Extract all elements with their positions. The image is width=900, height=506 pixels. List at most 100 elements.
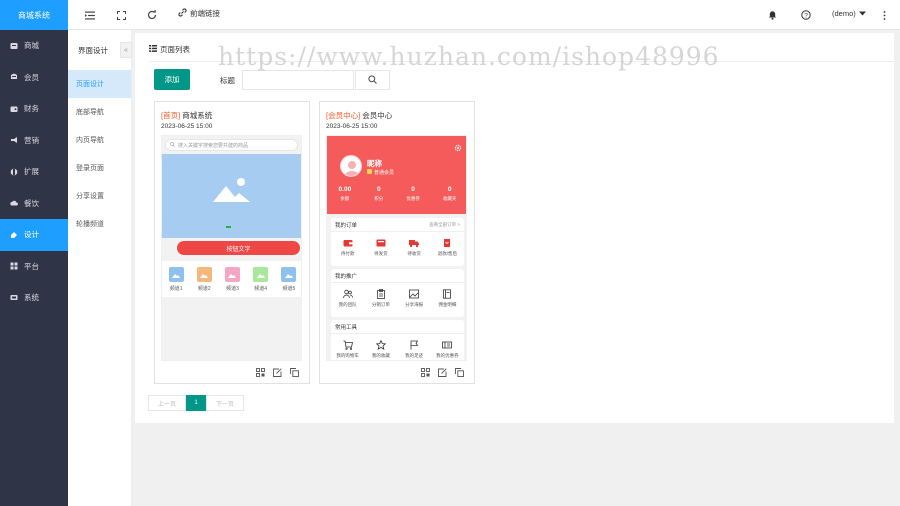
gear-icon <box>454 144 462 154</box>
preview-nav-grid: 频道1 频道2 频道3 频道4 频道5 <box>162 261 301 297</box>
pagination: 上一页 1 下一页 <box>148 395 244 411</box>
preview-action-button: 按钮文字 <box>177 241 300 255</box>
section-items: 我的购物车 我的收藏 我的足迹 我的优惠券 <box>331 334 464 359</box>
add-page-button[interactable]: 添加 <box>154 69 190 90</box>
preview-member-level: 普通会员 <box>367 169 394 176</box>
sidebar-item-label: 系统 <box>24 293 39 303</box>
help-icon[interactable]: ? <box>799 8 813 22</box>
card-name: 会员中心 <box>362 111 393 120</box>
cloud-icon <box>10 199 18 207</box>
promo-item-label: 分销订单 <box>371 302 390 307</box>
page-preview: 昵称 普通会员 0.00 余额 0 积分 0 优惠券 0 收藏夹 我的订单 查看… <box>326 135 467 361</box>
submenu-item-login-page[interactable]: 登录页面 <box>68 154 131 182</box>
section-header: 我的推广 <box>331 269 464 283</box>
stat-label: 余额 <box>340 196 350 201</box>
submenu-item-bottom-nav[interactable]: 底部导航 <box>68 98 131 126</box>
sidebar-item-design[interactable]: 设计 <box>0 219 68 251</box>
promo-item: 佣金明细 <box>431 289 463 308</box>
stat-value: 0.00 <box>338 186 352 193</box>
image-placeholder-icon <box>168 267 184 282</box>
tool-item: 我的收藏 <box>365 340 397 359</box>
stat-value: 0 <box>447 186 452 193</box>
image-placeholder-icon <box>196 267 212 282</box>
copy-icon[interactable] <box>455 368 464 377</box>
prev-page-button[interactable]: 上一页 <box>148 395 186 411</box>
order-item: 待收货 <box>398 238 430 257</box>
section-title: 常用工具 <box>335 324 358 331</box>
section-header: 常用工具 <box>331 320 464 334</box>
stat-item: 0 收藏夹 <box>443 186 457 202</box>
search-button[interactable] <box>355 70 390 90</box>
refresh-icon[interactable] <box>145 8 159 22</box>
flag-icon <box>409 340 419 350</box>
promo-item-label: 我的团队 <box>338 302 357 307</box>
card-tag: [首页] <box>161 111 181 120</box>
order-item-label: 待付款 <box>340 251 355 256</box>
sidebar-item-catering[interactable]: 餐饮 <box>0 188 68 220</box>
order-item-label: 待收货 <box>407 251 421 256</box>
team-icon <box>342 289 353 299</box>
brand-title[interactable]: 商城系统 <box>0 0 68 30</box>
fullscreen-icon[interactable] <box>114 8 128 22</box>
qrcode-icon[interactable] <box>421 368 430 377</box>
submenu-item-carousel-channel[interactable]: 轮播频道 <box>68 210 131 238</box>
page-card-member-center: [会员中心] 会员中心 2023-06-25 15:00 昵称 普通会员 0.0… <box>319 101 475 384</box>
tool-item-label: 我的收藏 <box>371 353 390 358</box>
preview-nickname: 昵称 <box>367 159 382 168</box>
stat-label: 优惠券 <box>406 196 420 201</box>
collapse-submenu-button[interactable]: « <box>120 42 132 58</box>
divider <box>149 61 894 62</box>
panel-title-text: 页面列表 <box>160 45 190 54</box>
image-icon <box>409 289 420 299</box>
submenu-item-share-settings[interactable]: 分享设置 <box>68 182 131 210</box>
promo-item-label: 分享海报 <box>405 302 424 307</box>
sidebar-item-system[interactable]: 系统 <box>0 282 68 314</box>
qrcode-icon[interactable] <box>256 368 265 377</box>
stat-label: 积分 <box>374 196 384 201</box>
edit-icon[interactable] <box>438 368 447 377</box>
submenu-item-inner-nav[interactable]: 内页导航 <box>68 126 131 154</box>
menu-toggle-icon[interactable] <box>83 8 97 22</box>
sidebar-item-mall[interactable]: 商城 <box>0 30 68 62</box>
sidebar-item-platform[interactable]: 平台 <box>0 251 68 283</box>
stat-item: 0 优惠券 <box>406 186 420 202</box>
preview-nav-item: 频道1 <box>168 267 184 297</box>
member-icon <box>10 73 18 81</box>
sidebar-item-marketing[interactable]: 营销 <box>0 125 68 157</box>
page-button-current[interactable]: 1 <box>186 395 206 411</box>
svg-text:?: ? <box>804 12 808 19</box>
order-item: 待发货 <box>365 238 397 257</box>
copy-icon[interactable] <box>290 368 299 377</box>
sidebar-item-finance[interactable]: 财务 <box>0 93 68 125</box>
front-link-button[interactable]: 前端链接 <box>178 8 220 19</box>
next-page-button[interactable]: 下一页 <box>206 395 244 411</box>
stat-item: 0 积分 <box>374 186 383 202</box>
section-items: 我的团队 分销订单 分享海报 佣金明细 <box>331 283 464 308</box>
tool-item: 我的足迹 <box>398 340 430 359</box>
bell-icon[interactable] <box>765 8 779 22</box>
order-item-label: 待发货 <box>374 251 388 256</box>
sidebar-item-label: 会员 <box>24 72 39 82</box>
submenu-item-page-design[interactable]: 页面设计 <box>68 70 131 98</box>
sidebar-item-member[interactable]: 会员 <box>0 62 68 94</box>
promo-item-label: 佣金明细 <box>438 302 457 307</box>
design-icon <box>10 231 18 239</box>
sidebar-item-extend[interactable]: 扩展 <box>0 156 68 188</box>
preview-banner-image <box>162 154 301 238</box>
title-filter-input[interactable] <box>242 70 354 90</box>
card-date: 2023-06-25 15:00 <box>326 123 378 130</box>
sidebar-item-label: 平台 <box>24 261 39 271</box>
section-items: 待付款 待发货 待收货 退款/售后 <box>331 232 464 257</box>
user-menu[interactable]: (demo) <box>832 9 866 18</box>
edit-icon[interactable] <box>273 368 282 377</box>
preview-stats: 0.00 余额 0 积分 0 优惠券 0 收藏夹 <box>327 186 466 202</box>
more-vertical-icon[interactable] <box>877 8 891 22</box>
tool-item: 我的购物车 <box>332 340 364 359</box>
tool-item: 我的优惠券 <box>431 340 463 359</box>
panel-title: 页面列表 <box>149 44 190 55</box>
sidebar-item-label: 营销 <box>24 135 39 145</box>
sidebar-item-label: 扩展 <box>24 167 39 177</box>
preview-nav-item: 频道3 <box>224 267 240 297</box>
cart-icon <box>343 340 353 350</box>
main-sidebar: 商城系统 商城 会员 财务 营销 扩展 餐饮 设计 平台 系统 <box>0 0 68 506</box>
